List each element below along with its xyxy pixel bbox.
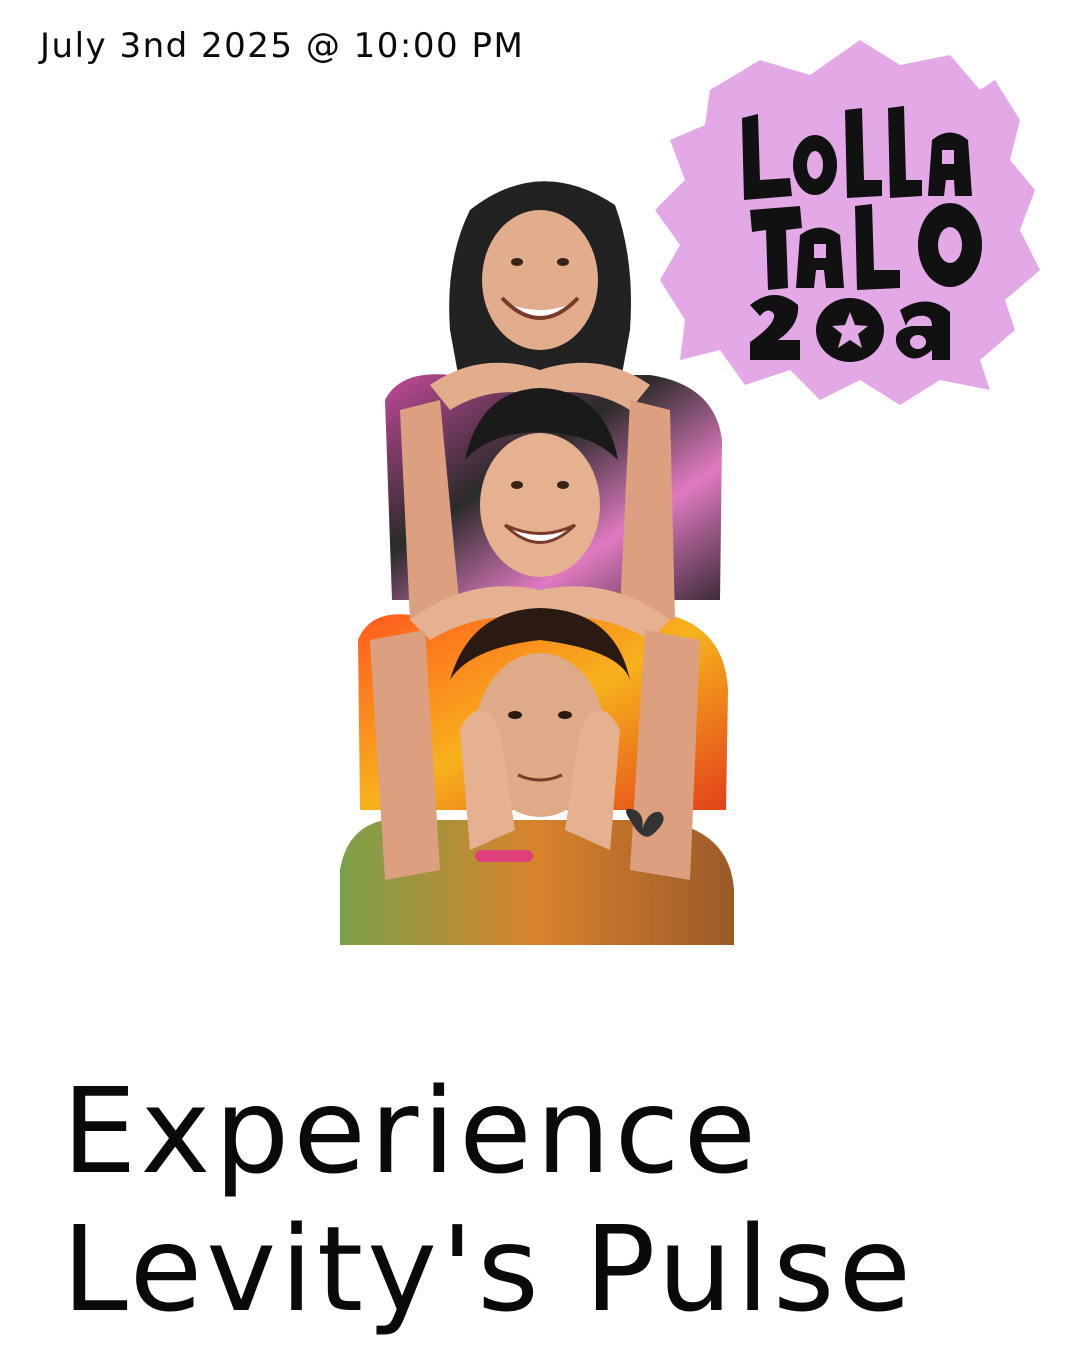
headline-line-2: Levity's Pulse [62,1200,916,1338]
top-face [482,210,598,350]
middle-face [480,433,600,577]
headline: Experience Levity's Pulse [62,1062,1062,1338]
headline-line-1: Experience [62,1062,761,1200]
band-photo [330,170,750,950]
event-date-time: July 3nd 2025 @ 10:00 PM [40,26,525,66]
